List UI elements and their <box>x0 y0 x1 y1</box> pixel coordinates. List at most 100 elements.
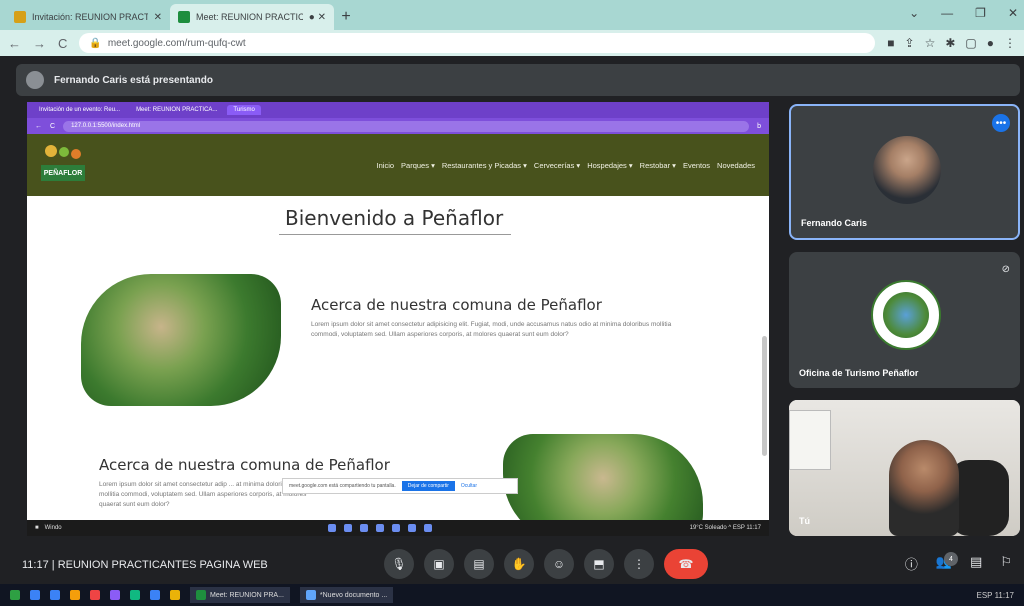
menu-item: Restobar ▾ <box>639 160 676 170</box>
more-options-button[interactable]: ⋮ <box>624 549 654 579</box>
system-tray[interactable]: ESP 11:17 <box>976 591 1014 600</box>
chat-icon[interactable]: ▤ <box>970 554 982 573</box>
site-menu: Inicio Parques ▾ Restaurantes y Picadas … <box>377 161 755 170</box>
menu-item: Hospedajes ▾ <box>587 160 633 170</box>
app-icon[interactable] <box>110 590 120 600</box>
url-text: meet.google.com/rum-qufq-cwt <box>107 37 246 49</box>
share-bar-text: meet.google.com está compartiendo tu pan… <box>289 483 396 489</box>
reload-icon: C <box>50 122 56 130</box>
menu-item: Cervecerías ▾ <box>533 160 581 170</box>
menu-item: Restaurantes y Picadas ▾ <box>441 160 527 170</box>
emoji-button[interactable]: ☺ <box>544 549 574 579</box>
raise-hand-button[interactable]: ✋ <box>504 549 534 579</box>
presenter-text: Fernando Caris está presentando <box>54 74 213 86</box>
app-icon[interactable] <box>150 590 160 600</box>
app-icon[interactable] <box>130 590 140 600</box>
shared-screen: Invitación de un evento: Reu... Meet: RE… <box>27 102 769 536</box>
meeting-title: REUNION PRACTICANTES PAGINA WEB <box>57 559 268 571</box>
shared-toolbar: ← C 127.0.0.1:5500/index.html b <box>27 118 769 134</box>
new-tab-button[interactable]: + <box>334 4 358 30</box>
shared-tabstrip: Invitación de un evento: Reu... Meet: RE… <box>27 102 769 118</box>
shared-taskbar-label: Windo <box>44 525 62 531</box>
menu-icon[interactable]: ⋮ <box>1004 36 1016 50</box>
share-icon[interactable]: ⇪ <box>905 36 915 50</box>
shared-address-bar: 127.0.0.1:5500/index.html <box>63 120 750 132</box>
close-icon[interactable]: ● ✕ <box>309 12 326 23</box>
participant-tile[interactable]: ••• Fernando Caris <box>789 104 1020 240</box>
calendar-icon <box>14 11 26 23</box>
camera-button[interactable]: ▣ <box>424 549 454 579</box>
tab-meet[interactable]: Meet: REUNION PRACTICANTES ● ✕ <box>170 4 334 30</box>
participant-name: Fernando Caris <box>801 218 868 228</box>
extensions-icon[interactable]: ✱ <box>945 36 955 50</box>
section2-title: Acerca de nuestra comuna de Peñaflor <box>99 456 390 474</box>
app-icon[interactable] <box>30 590 40 600</box>
call-controls: 🎙 ▣ ▤ ✋ ☺ ⬒ ⋮ ☎ <box>384 549 708 579</box>
address-bar[interactable]: 🔒 meet.google.com/rum-qufq-cwt <box>79 33 876 53</box>
back-icon: ← <box>35 122 42 130</box>
menu-item: Inicio <box>376 160 395 170</box>
stop-sharing-button: Dejar de compartir <box>401 481 455 491</box>
browser-toolbar: ← → C 🔒 meet.google.com/rum-qufq-cwt ■ ⇪… <box>0 30 1024 56</box>
avatar <box>26 71 44 89</box>
profile-avatar[interactable]: ● <box>987 36 994 50</box>
app-icon[interactable] <box>70 590 80 600</box>
os-taskbar: Meet: REUNION PRA... *Nuevo documento ..… <box>0 584 1024 606</box>
present-button[interactable]: ⬒ <box>584 549 614 579</box>
people-count-badge: 4 <box>944 552 958 566</box>
minimize-icon[interactable]: — <box>941 6 953 20</box>
screen: Invitación: REUNION PRACTICANTES ✕ Meet:… <box>0 0 1024 606</box>
shared-taskbar: ■ Windo 19°C Soleado ^ ESP 11:17 <box>27 520 769 536</box>
taskbar-app-meet[interactable]: Meet: REUNION PRA... <box>190 587 290 603</box>
logo-text: PEÑAFLOR <box>41 165 85 181</box>
site-logo: PEÑAFLOR <box>41 143 85 187</box>
section1-text: Lorem ipsum dolor sit amet consectetur a… <box>311 321 672 338</box>
meeting-info: 11:17 | REUNION PRACTICANTES PAGINA WEB <box>22 559 268 571</box>
browser-tabstrip: Invitación: REUNION PRACTICANTES ✕ Meet:… <box>0 0 1024 30</box>
lock-icon: 🔒 <box>89 37 102 49</box>
taskbar-app-label: Meet: REUNION PRA... <box>210 591 284 599</box>
sidepanel-icon[interactable]: ▢ <box>965 36 976 50</box>
participant-tile[interactable]: Tú <box>789 400 1020 536</box>
reload-icon[interactable]: C <box>58 36 67 51</box>
hide-button: Ocultar <box>460 483 477 489</box>
tab-invitation[interactable]: Invitación: REUNION PRACTICANTES ✕ <box>6 4 170 30</box>
divider <box>279 234 511 235</box>
maximize-icon[interactable]: ❐ <box>975 6 986 20</box>
taskbar-app-document[interactable]: *Nuevo documento ... <box>299 587 394 603</box>
avatar <box>873 136 941 204</box>
shared-taskbar-tray: 19°C Soleado ^ ESP 11:17 <box>689 525 761 531</box>
info-icon[interactable]: ⓘ <box>905 554 918 573</box>
participant-tile[interactable]: ⊘ Oficina de Turismo Peñaflor <box>789 252 1020 388</box>
forward-icon[interactable]: → <box>33 36 46 51</box>
mic-off-icon: ⊘ <box>1001 264 1010 275</box>
participant-name: Oficina de Turismo Peñaflor <box>799 368 919 378</box>
more-options-icon[interactable]: ••• <box>992 114 1010 132</box>
camera-status-icon[interactable]: ■ <box>887 36 894 50</box>
app-icon[interactable] <box>50 590 60 600</box>
captions-button[interactable]: ▤ <box>464 549 494 579</box>
close-window-icon[interactable]: ✕ <box>1008 6 1018 20</box>
toolbar-actions: ■ ⇪ ☆ ✱ ▢ ● ⋮ <box>887 36 1016 50</box>
taskbar-app-label: *Nuevo documento ... <box>319 591 388 599</box>
section1-title: Acerca de nuestra comuna de Peñaflor <box>311 296 602 314</box>
bookmark-star-icon[interactable]: ☆ <box>925 36 936 50</box>
app-icon[interactable] <box>90 590 100 600</box>
start-icon[interactable] <box>10 590 20 600</box>
back-icon[interactable]: ← <box>8 36 21 51</box>
mic-button[interactable]: 🎙 <box>384 549 414 579</box>
windows-icon: ■ <box>35 525 39 531</box>
meet-side-controls: ⓘ 👥 ▤ ⚐ 4 <box>905 552 1012 573</box>
tab-search-icon[interactable]: ⌄ <box>909 6 919 20</box>
end-call-button[interactable]: ☎ <box>664 549 708 579</box>
meeting-time: 11:17 <box>22 559 49 571</box>
app-icon[interactable] <box>170 590 180 600</box>
bing-icon: b <box>757 122 761 130</box>
share-notification-bar: meet.google.com está compartiendo tu pan… <box>282 478 518 494</box>
park-image <box>81 274 281 406</box>
activities-icon[interactable]: ⚐ <box>1000 554 1012 573</box>
menu-item: Novedades <box>717 160 755 170</box>
close-icon[interactable]: ✕ <box>154 12 162 23</box>
section2-text: Lorem ipsum dolor sit amet consectetur a… <box>99 481 307 508</box>
menu-item: Parques ▾ <box>401 160 435 170</box>
